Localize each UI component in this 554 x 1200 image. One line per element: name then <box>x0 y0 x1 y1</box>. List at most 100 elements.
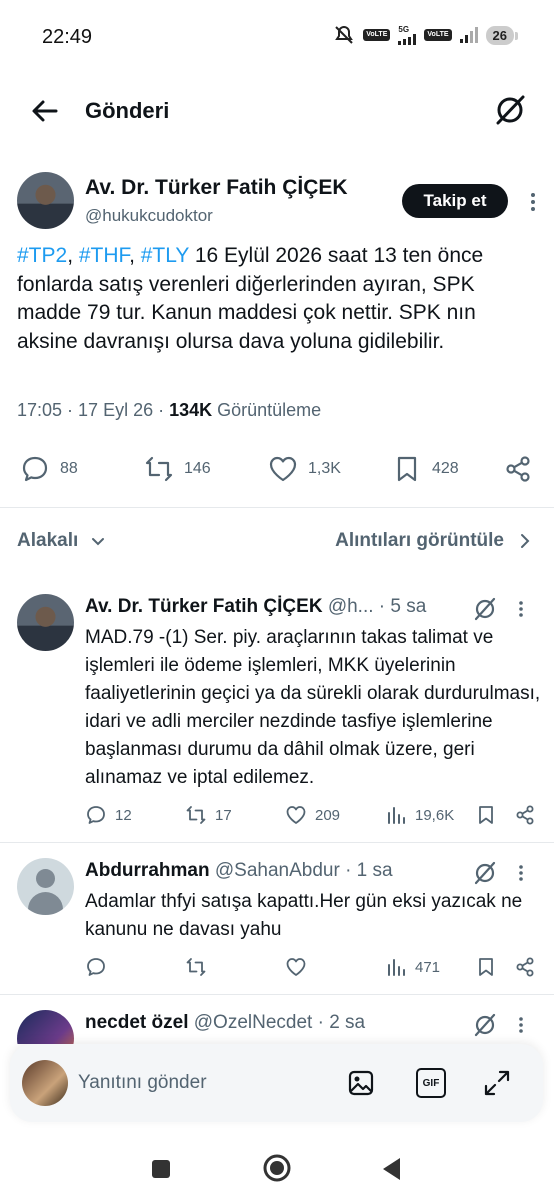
reply-age: · 2 sa <box>312 1012 366 1033</box>
tweet-meta: 17:05 · 17 Eyl 26 · 134K Görüntüleme <box>17 400 321 421</box>
view-count: 471 <box>415 958 441 976</box>
reply-count: 12 <box>115 806 132 824</box>
bookmark-button[interactable]: 428 <box>392 454 459 484</box>
gif-icon[interactable]: GIF <box>416 1068 446 1098</box>
like-button[interactable] <box>285 956 307 978</box>
grok-icon[interactable] <box>472 1012 498 1038</box>
views-button[interactable]: 19,6K <box>385 804 454 826</box>
view-count: 19,6K <box>415 806 455 824</box>
grok-icon[interactable] <box>472 596 498 622</box>
hashtag-link[interactable]: #TP2 <box>17 244 67 267</box>
signal-bars-1-icon <box>398 33 417 45</box>
page-title: Gönderi <box>85 98 170 123</box>
share-button[interactable] <box>503 454 533 484</box>
bookmark-icon[interactable] <box>475 804 497 826</box>
reply-item[interactable]: necdet özel @OzelNecdet · 2 sa <box>0 1010 554 1044</box>
views-button[interactable]: 471 <box>385 956 440 978</box>
author-name[interactable]: Av. Dr. Türker Fatih ÇİÇEK <box>85 176 348 200</box>
sort-row: Alakalı Alıntıları görüntüle <box>0 528 554 556</box>
heart-icon <box>286 958 306 976</box>
divider <box>0 994 554 995</box>
recents-icon[interactable] <box>150 1158 172 1180</box>
divider <box>0 842 554 843</box>
network-5g: 5G <box>398 25 417 45</box>
sort-label: Alakalı <box>17 530 79 551</box>
view-label: Görüntüleme <box>212 400 322 420</box>
repost-button[interactable] <box>185 956 207 978</box>
arrow-left-icon[interactable] <box>28 94 62 128</box>
reply-header: Av. Dr. Türker Fatih ÇİÇEK @h... · 5 sa <box>85 596 426 618</box>
share-icon <box>506 456 530 482</box>
avatar[interactable] <box>17 594 74 651</box>
reply-author-handle[interactable]: @OzelNecdet <box>194 1012 313 1033</box>
heart-icon <box>286 806 306 824</box>
tweet-actions: 88 146 1,3K 428 <box>0 454 554 486</box>
default-avatar-icon[interactable] <box>17 858 74 915</box>
more-options-icon[interactable] <box>518 600 524 618</box>
repost-icon <box>145 456 173 482</box>
reply-age: · 5 sa <box>373 596 427 617</box>
share-icon[interactable] <box>514 956 536 978</box>
status-bar: 22:49 VoLTE 5G VoLTE 26 <box>0 0 554 72</box>
grok-icon[interactable] <box>472 860 498 886</box>
bar-chart-icon <box>388 959 405 976</box>
sort-dropdown[interactable]: Alakalı <box>17 530 106 552</box>
like-count: 209 <box>315 806 341 824</box>
bookmark-icon[interactable] <box>475 956 497 978</box>
home-icon[interactable] <box>262 1153 292 1183</box>
like-button[interactable]: 1,3K <box>268 454 341 484</box>
gif-label: GIF <box>422 1077 440 1089</box>
reply-button[interactable]: 88 <box>20 454 78 484</box>
reply-input[interactable]: Yanıtını gönder <box>78 1072 207 1094</box>
follow-button[interactable]: Takip et <box>402 184 508 218</box>
expand-icon[interactable] <box>482 1068 512 1098</box>
view-quotes-label: Alıntıları görüntüle <box>335 530 504 551</box>
app-header: Gönderi <box>0 80 554 140</box>
reply-age: · 1 sa <box>339 860 393 881</box>
more-options-icon[interactable] <box>530 192 536 212</box>
reply-button[interactable] <box>85 956 107 978</box>
tweet-timestamp[interactable]: 17:05 · 17 Eyl 26 · <box>17 400 169 420</box>
reply-author-handle[interactable]: @SahanAbdur <box>215 860 340 881</box>
repost-button[interactable]: 17 <box>185 804 232 826</box>
reply-composer[interactable]: Yanıtını gönder GIF <box>10 1044 543 1122</box>
volte-badge-2: VoLTE <box>424 29 452 41</box>
share-icon[interactable] <box>514 804 536 826</box>
repost-icon <box>186 806 206 824</box>
reply-actions: 12 17 209 19,6K <box>0 804 554 828</box>
image-icon[interactable] <box>346 1068 376 1098</box>
repost-button[interactable]: 146 <box>144 454 211 484</box>
reply-author-name[interactable]: Av. Dr. Türker Fatih ÇİÇEK <box>85 596 323 617</box>
speech-bubble-icon <box>87 958 105 976</box>
hashtag-link[interactable]: #THF <box>79 244 129 267</box>
author-handle[interactable]: @hukukcudoktor <box>85 206 213 226</box>
reply-author-name[interactable]: Abdurrahman <box>85 860 210 881</box>
reply-button[interactable]: 12 <box>85 804 132 826</box>
reply-author-name[interactable]: necdet özel <box>85 1012 188 1033</box>
more-options-icon[interactable] <box>518 1016 524 1034</box>
grok-icon[interactable] <box>492 92 528 128</box>
system-nav-bar <box>0 1138 554 1200</box>
chevron-down-icon <box>92 538 105 546</box>
mute-icon <box>335 25 354 44</box>
repost-count: 17 <box>215 806 232 824</box>
speech-bubble-icon <box>22 456 48 482</box>
tweet-text: #TP2, #THF, #TLY 16 Eylül 2026 saat 13 t… <box>17 244 484 353</box>
status-time: 22:49 <box>42 26 93 48</box>
more-options-icon[interactable] <box>518 864 524 882</box>
bookmark-icon <box>397 456 417 482</box>
view-count: 134K <box>169 400 213 420</box>
battery-indicator: 26 <box>485 25 519 45</box>
bookmark-count: 428 <box>432 460 459 477</box>
like-button[interactable]: 209 <box>285 804 340 826</box>
avatar[interactable] <box>17 172 74 229</box>
bar-chart-icon <box>388 807 405 824</box>
back-nav-icon[interactable] <box>380 1156 404 1182</box>
reply-author-handle[interactable]: @h... <box>328 596 374 617</box>
repost-icon <box>186 958 206 976</box>
heart-icon <box>269 456 297 482</box>
view-quotes-link[interactable]: Alıntıları görüntüle <box>335 530 532 552</box>
reply-text: Adamlar thfyi satışa kapattı.Her gün eks… <box>85 891 523 940</box>
hashtag-link[interactable]: #TLY <box>141 244 189 267</box>
avatar[interactable] <box>17 1010 74 1044</box>
